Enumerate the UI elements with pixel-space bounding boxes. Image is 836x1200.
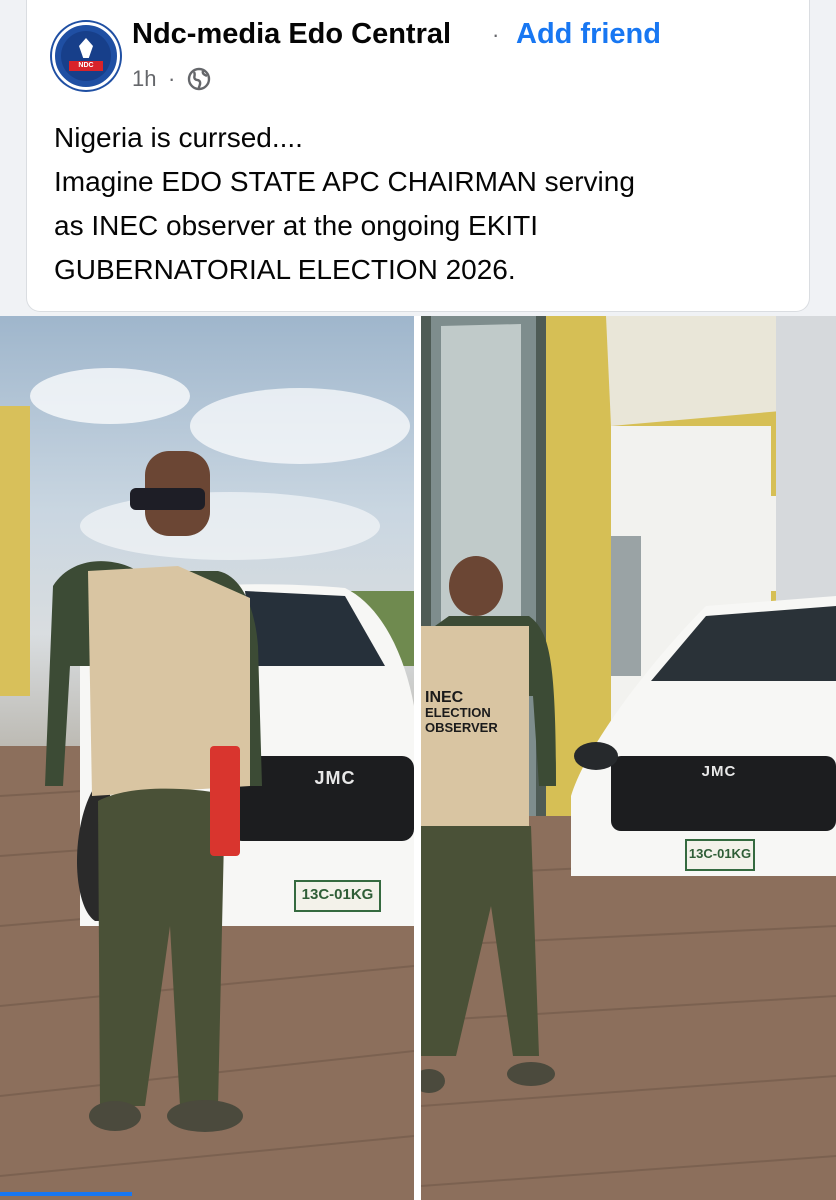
post-text-line: Imagine EDO STATE APC CHAIRMAN serving xyxy=(54,166,635,197)
car-brand-badge: JMC xyxy=(701,763,737,780)
vest-line-inec: INEC xyxy=(425,689,464,706)
time-separator: · xyxy=(168,66,176,91)
vest-text: INEC ELECTION OBSERVER xyxy=(425,689,498,736)
car-brand-badge: JMC xyxy=(314,768,356,788)
license-plate-text: 13C-01KG xyxy=(301,886,374,903)
post-text-line: as INEC observer at the ongoing EKITI xyxy=(54,210,539,241)
header-separator: · xyxy=(492,22,500,47)
photo-divider xyxy=(414,316,421,1200)
vest-line-election: ELECTION xyxy=(425,705,491,720)
photo-right-illustration xyxy=(421,316,836,1200)
bottom-accent-bar xyxy=(0,1192,132,1196)
post-text: Nigeria is currsed.... Imagine EDO STATE… xyxy=(54,116,794,292)
page-name-link[interactable]: Ndc-media Edo Central xyxy=(132,18,451,51)
avatar-ndc-label: NDC xyxy=(69,61,103,71)
photo-left-illustration xyxy=(0,368,414,1200)
vest-line-observer: OBSERVER xyxy=(425,720,498,735)
post-text-line: Nigeria is currsed.... xyxy=(54,122,303,153)
post-text-line: GUBERNATORIAL ELECTION 2026. xyxy=(54,254,516,285)
add-friend-button[interactable]: Add friend xyxy=(516,18,661,51)
globe-icon[interactable] xyxy=(187,67,211,91)
license-plate-text: 13C-01KG xyxy=(688,846,752,861)
post-photo-left[interactable]: JMC 13C-01KG xyxy=(0,316,414,1200)
page-avatar[interactable]: NDC xyxy=(52,22,120,90)
post-photo-right[interactable]: INEC ELECTION OBSERVER JMC 13C-01KG xyxy=(421,316,836,1200)
post-timestamp[interactable]: 1h xyxy=(132,66,156,92)
